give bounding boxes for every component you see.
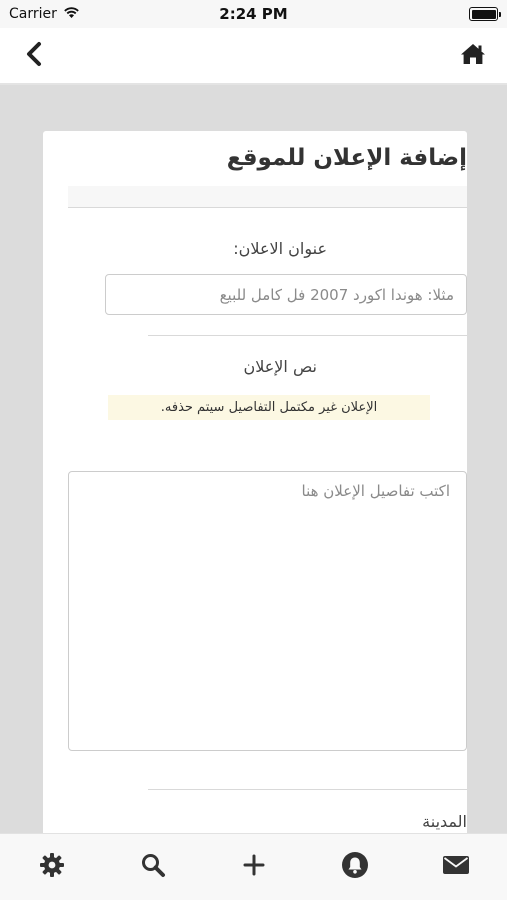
divider xyxy=(148,335,467,336)
title-divider xyxy=(68,186,467,208)
chevron-left-icon xyxy=(24,41,44,71)
incomplete-warning: الإعلان غير مكتمل التفاصيل سيتم حذفه. xyxy=(108,395,430,420)
plus-icon xyxy=(242,853,266,881)
tab-bar xyxy=(0,833,507,900)
ad-form-card: إضافة الإعلان للموقع عنوان الاعلان: نص ا… xyxy=(43,131,467,851)
status-bar: Carrier 2:24 PM xyxy=(0,0,507,28)
home-icon xyxy=(460,43,486,69)
back-button[interactable] xyxy=(18,40,50,72)
gear-icon xyxy=(39,852,65,882)
tab-search[interactable] xyxy=(138,852,168,882)
home-button[interactable] xyxy=(457,40,489,72)
ad-title-label: عنوان الاعلان: xyxy=(233,239,327,258)
tab-settings[interactable] xyxy=(37,852,67,882)
tab-messages[interactable] xyxy=(441,852,471,882)
search-icon xyxy=(140,852,166,882)
ad-title-input[interactable] xyxy=(105,274,467,315)
tab-add[interactable] xyxy=(239,852,269,882)
battery-icon xyxy=(469,7,501,21)
city-label: المدينة xyxy=(422,812,467,831)
ad-body-textarea[interactable] xyxy=(68,471,467,751)
envelope-icon xyxy=(442,854,470,880)
page-title: إضافة الإعلان للموقع xyxy=(226,145,467,171)
divider xyxy=(148,789,467,790)
ad-body-label: نص الإعلان xyxy=(243,357,317,376)
tab-notifications[interactable] xyxy=(340,852,370,882)
bell-icon xyxy=(341,851,369,883)
status-time: 2:24 PM xyxy=(219,5,288,23)
nav-bar xyxy=(0,28,507,85)
